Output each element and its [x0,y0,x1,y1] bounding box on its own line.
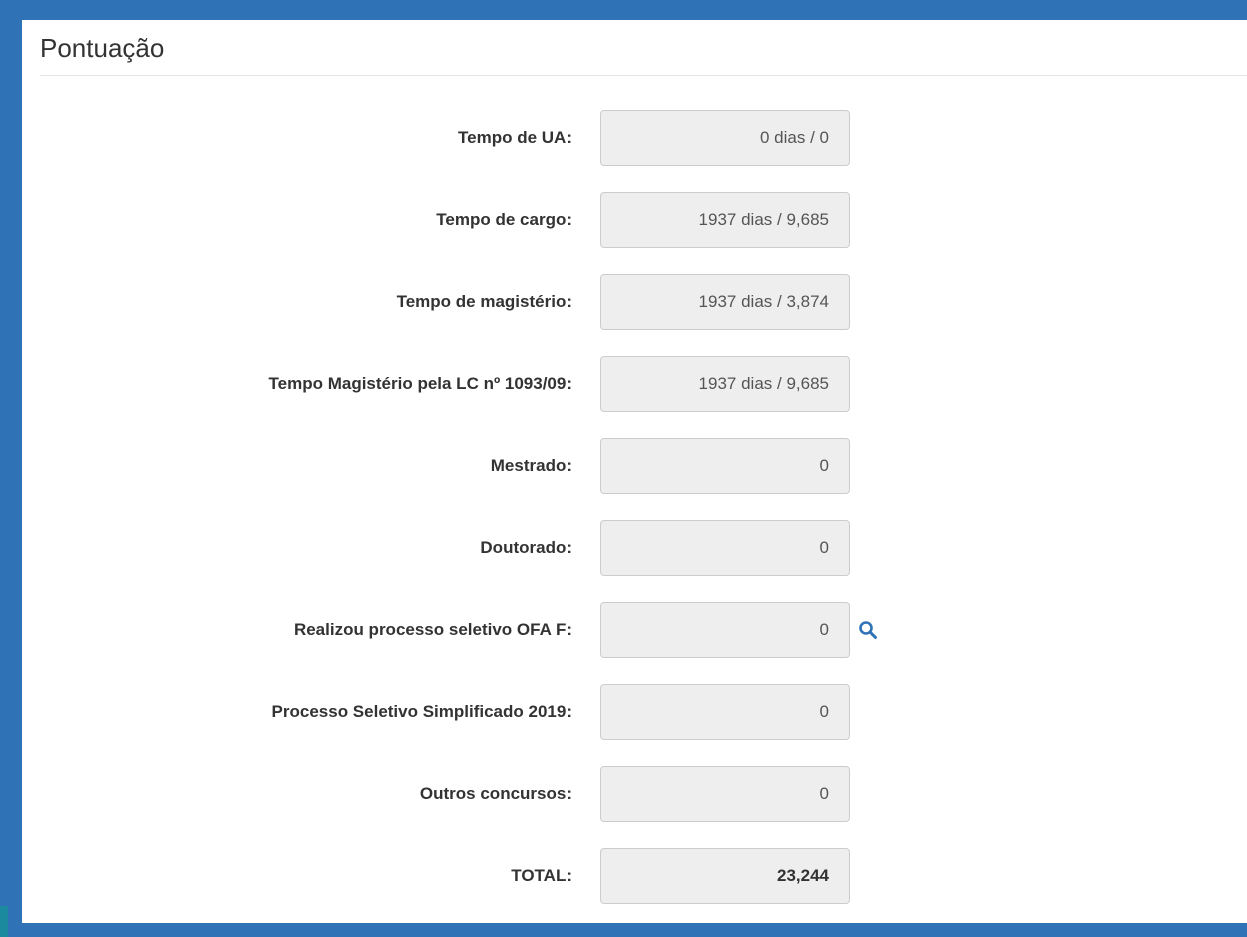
row-total: TOTAL: [22,848,1247,904]
window-bottom-border [0,923,1247,937]
field-tempo-magisterio[interactable] [600,274,850,330]
field-processo-simplificado[interactable] [600,684,850,740]
field-total[interactable] [600,848,850,904]
field-tempo-ua[interactable] [600,110,850,166]
title-divider [40,75,1247,76]
section-title: Pontuação [40,33,165,63]
label-tempo-cargo: Tempo de cargo: [436,210,572,229]
field-outros-concursos[interactable] [600,766,850,822]
taskbar-edge [0,906,8,937]
label-outros-concursos: Outros concursos: [419,784,572,803]
label-tempo-magisterio: Tempo de magistério: [396,292,572,311]
row-mestrado: Mestrado: [22,438,1247,494]
row-tempo-cargo: Tempo de cargo: [22,192,1247,248]
row-processo-ofa: Realizou processo seletivo OFA F: [22,602,1247,658]
row-tempo-magisterio: Tempo de magistério: [22,274,1247,330]
label-processo-simplificado: Processo Seletivo Simplificado 2019: [271,702,572,721]
row-tempo-magisterio-lc: Tempo Magistério pela LC nº 1093/09: [22,356,1247,412]
row-doutorado: Doutorado: [22,520,1247,576]
label-tempo-ua: Tempo de UA: [458,128,572,147]
field-tempo-cargo[interactable] [600,192,850,248]
row-outros-concursos: Outros concursos: [22,766,1247,822]
label-mestrado: Mestrado: [490,456,572,475]
label-tempo-magisterio-lc: Tempo Magistério pela LC nº 1093/09: [268,374,572,393]
row-tempo-ua: Tempo de UA: [22,110,1247,166]
field-processo-ofa[interactable] [600,602,850,658]
row-processo-simplificado: Processo Seletivo Simplificado 2019: [22,684,1247,740]
label-processo-ofa: Realizou processo seletivo OFA F: [293,620,572,639]
field-tempo-magisterio-lc[interactable] [600,356,850,412]
label-doutorado: Doutorado: [480,538,572,557]
label-total: TOTAL: [511,866,572,885]
pontuacao-panel: Pontuação Tempo de UA: Tempo de cargo: T… [22,20,1247,923]
field-doutorado[interactable] [600,520,850,576]
search-icon[interactable] [858,620,878,640]
field-mestrado[interactable] [600,438,850,494]
